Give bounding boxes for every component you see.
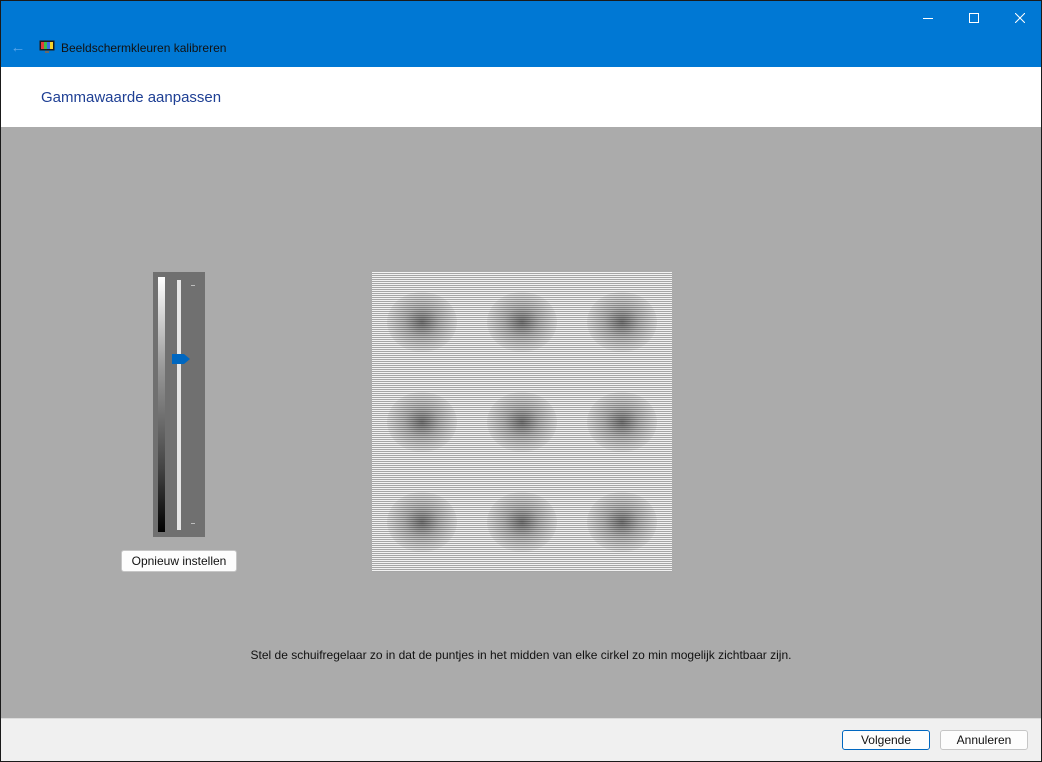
footer-bar: Volgende Annuleren (1, 718, 1041, 761)
gamma-dot (487, 292, 557, 352)
minimize-icon (923, 18, 933, 19)
minimize-button[interactable] (905, 1, 951, 35)
gamma-dot (587, 392, 657, 452)
calibration-window: ← Beeldschermkleuren kalibreren Gammawaa… (0, 0, 1042, 762)
gamma-slider-thumb[interactable] (171, 352, 191, 364)
gamma-gradient-bar (158, 277, 165, 532)
cancel-button[interactable]: Annuleren (940, 730, 1028, 750)
gamma-dot (387, 492, 457, 552)
close-icon (1015, 13, 1025, 23)
slider-thumb-icon (172, 353, 190, 364)
gamma-dot (387, 292, 457, 352)
gamma-slider-panel (153, 272, 205, 537)
gamma-test-pattern (372, 272, 672, 572)
gamma-slider-track[interactable] (177, 280, 181, 530)
page-title: Gammawaarde aanpassen (41, 89, 222, 106)
maximize-button[interactable] (951, 1, 997, 35)
instruction-text: Stel de schuifregelaar zo in dat de punt… (250, 648, 792, 662)
maximize-icon (969, 13, 979, 23)
reset-button[interactable]: Opnieuw instellen (121, 550, 237, 572)
gamma-dot (587, 492, 657, 552)
gamma-dot (487, 492, 557, 552)
title-bar: ← Beeldschermkleuren kalibreren (1, 1, 1041, 67)
display-color-icon (39, 40, 55, 54)
page-header: Gammawaarde aanpassen (1, 67, 1041, 127)
window-title: Beeldschermkleuren kalibreren (61, 41, 227, 55)
next-button[interactable]: Volgende (842, 730, 930, 750)
gamma-dot (487, 392, 557, 452)
close-button[interactable] (997, 1, 1041, 35)
slider-tick-bottom (191, 523, 195, 524)
back-arrow-icon[interactable]: ← (7, 39, 29, 57)
gamma-dot (387, 392, 457, 452)
gamma-dot (587, 292, 657, 352)
slider-tick-top (191, 285, 195, 286)
